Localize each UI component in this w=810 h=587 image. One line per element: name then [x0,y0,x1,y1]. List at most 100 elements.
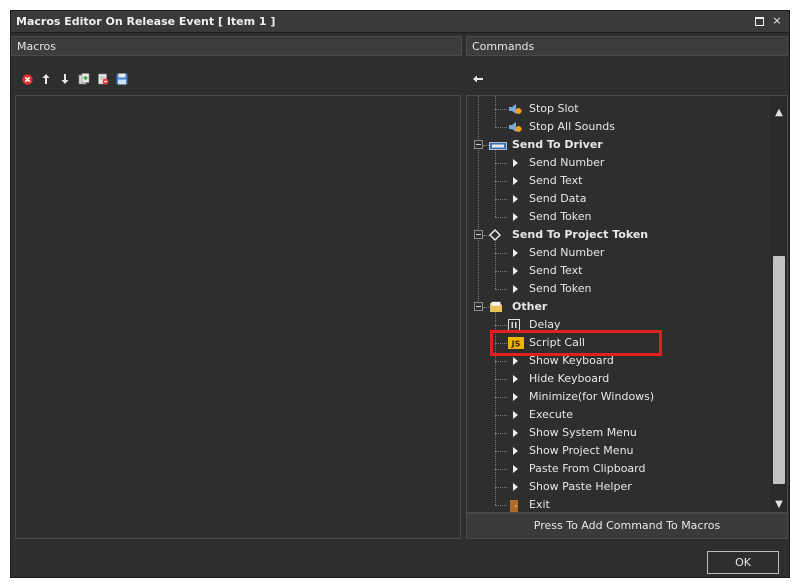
tree-line [495,505,507,506]
macros-panel-header: Macros [11,36,462,56]
tree-line [495,361,507,362]
ok-button[interactable]: OK [707,551,779,574]
tree-group[interactable]: Send To Project Token [467,226,771,244]
tree-line [495,289,507,290]
arrow-up-icon[interactable] [40,73,52,85]
commands-tree[interactable]: Stop Slot Stop All Sounds Send To Driver Se… [467,96,771,512]
tree-item[interactable]: Stop Slot [467,100,771,118]
tree-item-label: Stop Slot [529,102,579,115]
tree-line [495,325,507,326]
collapse-toggle[interactable] [474,302,483,311]
add-command-button[interactable]: Press To Add Command To Macros [466,513,788,539]
tree-line [495,379,507,380]
arrow-left-icon[interactable] [472,73,484,85]
tree-line [495,397,507,398]
triangle-icon [513,411,518,419]
tree-item-label: Send Text [529,264,583,277]
tree-item-label: Execute [529,408,573,421]
triangle-icon [513,213,518,221]
tree-item-label: Send Text [529,174,583,187]
commands-panel-header: Commands [466,36,788,56]
tree-item[interactable]: Show Project Menu [467,442,771,460]
triangle-icon [513,285,518,293]
tree-line [495,487,507,488]
close-button[interactable]: × [771,14,783,28]
maximize-button[interactable] [753,14,765,28]
tree-item-label: Minimize(for Windows) [529,390,655,403]
tree-item[interactable]: Hide Keyboard [467,370,771,388]
tree-item-label: Send Number [529,246,605,259]
tree-item-label: Send To Project Token [512,228,649,241]
tree-item[interactable]: Execute [467,406,771,424]
delete-icon[interactable] [21,73,33,85]
triangle-icon [513,465,518,473]
tree-line [495,271,507,272]
triangle-icon [513,483,518,491]
tree-item[interactable]: Send Data [467,190,771,208]
tree-line [495,199,507,200]
dialog-footer [11,541,789,577]
door-icon [508,499,520,512]
tree-item[interactable]: Paste From Clipboard [467,460,771,478]
tree-item[interactable]: Send Text [467,262,771,280]
tree-line [495,217,507,218]
tree-item[interactable]: Send Number [467,244,771,262]
macros-header-label: Macros [17,40,57,53]
tree-item[interactable]: Show System Menu [467,424,771,442]
triangle-icon [513,267,518,275]
triangle-icon [513,177,518,185]
tree-group[interactable]: Other [467,298,771,316]
scroll-thumb[interactable] [773,256,785,484]
window-title: Macros Editor On Release Event [ Item 1 … [16,15,276,28]
tree-item-label: Other [512,300,548,313]
tree-item[interactable]: Stop All Sounds [467,118,771,136]
triangle-icon [513,249,518,257]
title-bar[interactable]: Macros Editor On Release Event [ Item 1 … [11,11,789,33]
highlight-box [490,330,662,356]
tree-item[interactable]: Send Number [467,154,771,172]
tree-item[interactable]: Show Paste Helper [467,478,771,496]
tree-item-label: Show System Menu [529,426,637,439]
tree-item[interactable]: Exit [467,496,771,512]
tree-item-label: Stop All Sounds [529,120,616,133]
tree-line [495,150,496,217]
commands-scrollbar[interactable]: ▲ ▼ [771,96,787,512]
scroll-up-icon[interactable]: ▲ [771,106,787,120]
commands-toolbar [466,67,788,91]
tree-line [495,451,507,452]
tree-item[interactable]: Send Text [467,172,771,190]
tree-item-label: Show Paste Helper [529,480,632,493]
remove-document-icon[interactable] [97,73,109,85]
tree-item-label: Send Number [529,156,605,169]
triangle-icon [513,393,518,401]
scroll-down-icon[interactable]: ▼ [771,498,787,512]
save-icon[interactable] [116,73,128,85]
collapse-toggle[interactable] [474,230,483,239]
tree-line [495,127,507,128]
tree-item-label: Exit [529,498,550,511]
tree-item[interactable]: Minimize(for Windows) [467,388,771,406]
copy-icon[interactable] [78,73,90,85]
commands-tree-panel: Stop Slot Stop All Sounds Send To Driver Se… [466,95,788,513]
tree-line [495,415,507,416]
triangle-icon [513,375,518,383]
tree-line [495,253,507,254]
tree-line [495,181,507,182]
tree-line [495,96,496,127]
tree-line [495,433,507,434]
triangle-icon [513,357,518,365]
commands-header-label: Commands [472,40,535,53]
tree-item[interactable]: Send Token [467,280,771,298]
macros-list[interactable] [15,95,461,539]
tree-group[interactable]: Send To Driver [467,136,771,154]
collapse-toggle[interactable] [474,140,483,149]
tree-item[interactable]: Send Token [467,208,771,226]
tree-line [495,240,496,289]
arrow-down-icon[interactable] [59,73,71,85]
tree-line [495,163,507,164]
triangle-icon [513,159,518,167]
tree-item-label: Show Project Menu [529,444,634,457]
maximize-icon [754,17,764,26]
tree-item-label: Send Data [529,192,587,205]
tree-item-label: Send Token [529,210,592,223]
